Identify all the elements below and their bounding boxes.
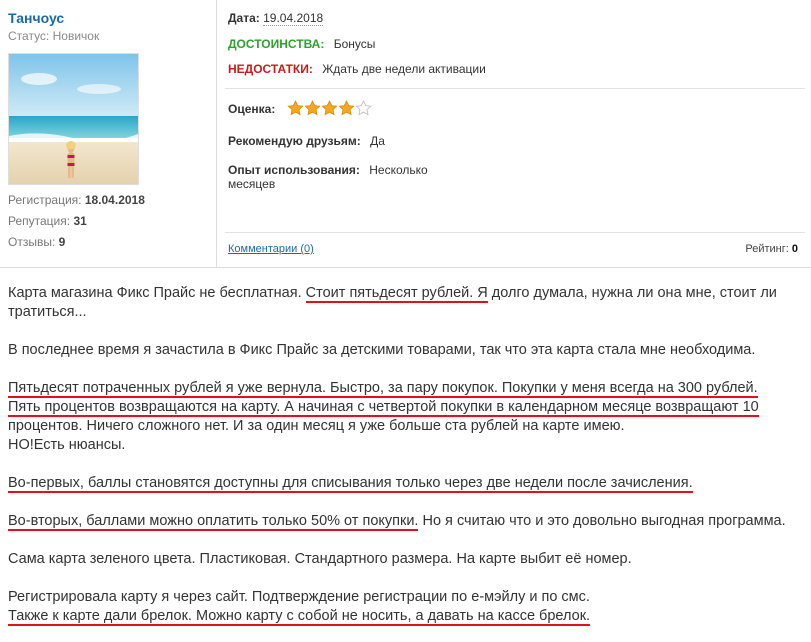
header-bottom-border — [0, 267, 811, 268]
date-value: 19.04.2018 — [263, 11, 324, 26]
underlined-text: Пять процентов возвращаются на карту. А … — [8, 399, 759, 417]
star-filled-icon — [338, 100, 355, 116]
review-paragraph-3-line-2: Пять процентов возвращаются на карту. А … — [8, 398, 808, 417]
user-status: Статус: Новичок — [8, 29, 100, 43]
cons-label: НЕДОСТАТКИ: — [228, 62, 313, 76]
meta-separator — [225, 88, 805, 89]
review-meta-panel: Дата: 19.04.2018 ДОСТОИНСТВА: Бонусы НЕД… — [217, 0, 811, 268]
review-date: Дата: 19.04.2018 — [228, 11, 324, 26]
star-filled-icon — [287, 100, 304, 116]
review-text: Но я считаю что и это довольно выгодная … — [418, 513, 786, 529]
star-empty-icon — [355, 100, 372, 116]
review-paragraph-7: Регистрировала карту я через сайт. Подтв… — [8, 589, 590, 605]
registration-value: 18.04.2018 — [84, 193, 145, 207]
review-cons: НЕДОСТАТКИ: Ждать две недели активации — [228, 62, 486, 76]
recommend-label: Рекомендую друзьям: — [228, 134, 361, 148]
comments-link[interactable]: Комментарии (0) — [228, 243, 314, 255]
pros-label: ДОСТОИНСТВА: — [228, 37, 325, 51]
registration-info: Регистрация: 18.04.2018 — [8, 193, 145, 207]
rating-value: 0 — [791, 243, 798, 255]
review-paragraph-1: Карта магазина Фикс Прайс не бесплатная.… — [8, 284, 808, 322]
rating-label: Рейтинг: — [745, 243, 789, 255]
user-name-link[interactable]: Танчоус — [8, 10, 64, 26]
reviews-count-info: Отзывы: 9 — [8, 235, 65, 249]
review-paragraph-6: Сама карта зеленого цвета. Пластиковая. … — [8, 551, 632, 567]
review-paragraph-7-line-2: Также к карте дали брелок. Можно карту с… — [8, 607, 808, 626]
score-label: Оценка: — [228, 102, 276, 116]
underlined-text: Во-вторых, баллами можно оплатить только… — [8, 513, 419, 531]
review-paragraph-2: В последнее время я зачастила в Фикс Пра… — [8, 342, 756, 358]
reputation-label: Репутация: — [8, 214, 71, 228]
reputation-value: 31 — [73, 214, 87, 228]
review-body: Карта магазина Фикс Прайс не бесплатная.… — [8, 284, 808, 626]
review-paragraph-5: Во-вторых, баллами можно оплатить только… — [8, 512, 808, 531]
review-rating: Рейтинг: 0 — [745, 243, 798, 255]
registration-label: Регистрация: — [8, 193, 82, 207]
review-pros: ДОСТОИНСТВА: Бонусы — [228, 37, 375, 51]
avatar-beach-image — [9, 54, 138, 184]
star-filled-icon — [304, 100, 321, 116]
review-recommend: Рекомендую друзьям: Да — [228, 134, 385, 148]
reviews-value: 9 — [58, 235, 66, 249]
review-paragraph-3: Пятьдесят потраченных рублей я уже верну… — [8, 379, 808, 398]
review-experience: Опыт использования: Несколько месяцев — [228, 163, 428, 191]
avatar[interactable] — [8, 53, 139, 185]
user-panel: Танчоус Статус: Новичок Регистрация: 18.… — [0, 0, 216, 268]
underlined-text: Стоит пятьдесят рублей. Я — [305, 285, 488, 303]
review-paragraph-3-line-3: процентов. Ничего сложного нет. И за оди… — [8, 418, 625, 434]
pros-value: Бонусы — [333, 37, 376, 51]
underlined-text: Пятьдесят потраченных рублей я уже верну… — [8, 380, 758, 398]
underlined-text: Также к карте дали брелок. Можно карту с… — [8, 608, 591, 626]
reputation-info: Репутация: 31 — [8, 214, 87, 228]
reviews-label: Отзывы: — [8, 235, 56, 249]
review-paragraph-4: Во-первых, баллы становятся доступны для… — [8, 474, 808, 493]
review-paragraph-3-line-4: НО!Есть нюансы. — [8, 437, 126, 453]
date-label: Дата: — [228, 11, 260, 25]
meta-separator-bottom — [225, 232, 805, 233]
review-text: Карта магазина Фикс Прайс не бесплатная. — [8, 285, 306, 301]
recommend-value: Да — [370, 134, 385, 148]
star-rating — [287, 100, 372, 119]
experience-value-cont: месяцев — [228, 177, 276, 191]
underlined-text: Во-первых, баллы становятся доступны для… — [8, 475, 693, 493]
review-score: Оценка: — [228, 100, 372, 119]
cons-value: Ждать две недели активации — [322, 62, 486, 76]
star-filled-icon — [321, 100, 338, 116]
experience-value: Несколько — [369, 163, 428, 177]
experience-label: Опыт использования: — [228, 163, 360, 177]
